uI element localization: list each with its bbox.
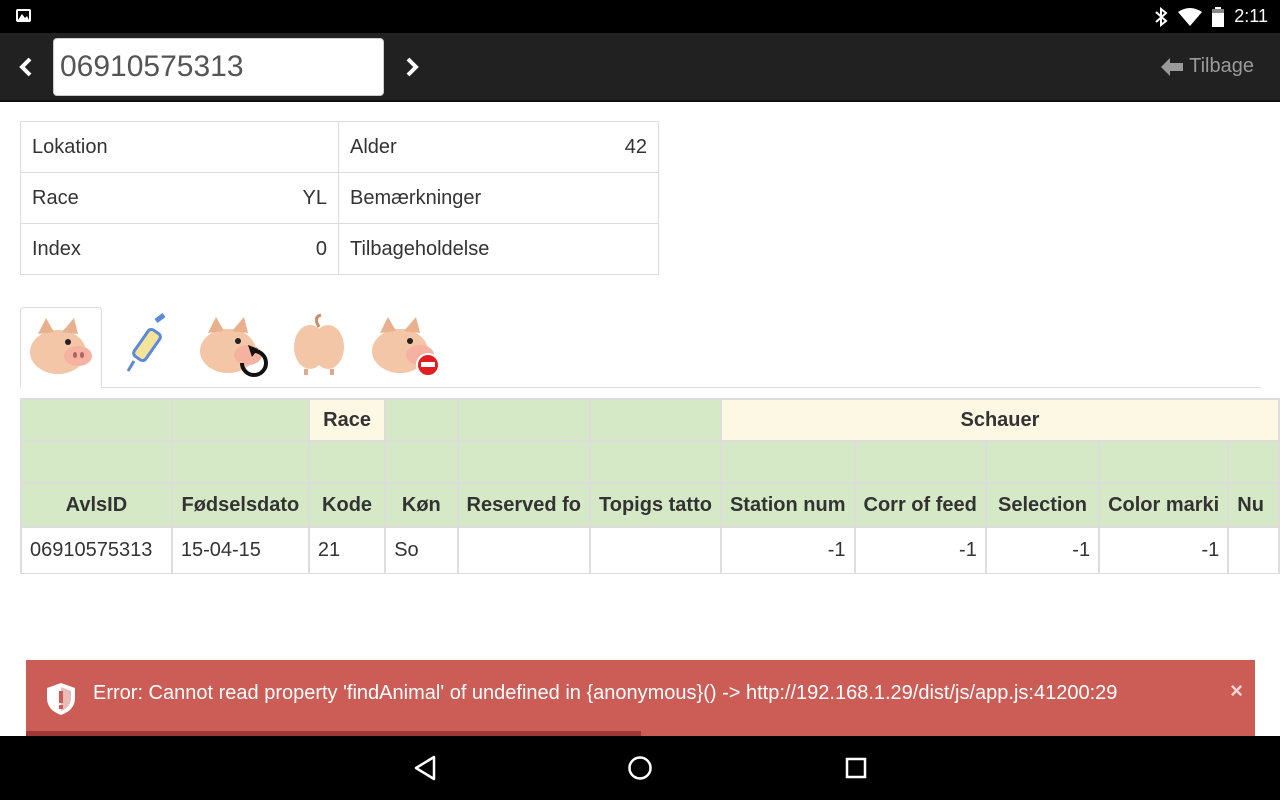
info-value: 42 [624, 135, 647, 158]
pig-icon [30, 318, 92, 374]
info-value: YL [302, 186, 327, 209]
back-nav-button[interactable] [395, 736, 455, 800]
animal-info-grid: Lokation Alder 42 Race YL Bemærkninger Ind… [20, 121, 659, 275]
wifi-icon [1178, 7, 1203, 26]
pig-rear-icon [294, 313, 344, 375]
column-header[interactable]: Fødselsdato [170, 482, 310, 528]
table-cell: -1 [719, 526, 856, 574]
column-header[interactable]: Color marki [1098, 482, 1230, 528]
circle-home-icon [628, 756, 652, 780]
table-cell [1227, 526, 1280, 574]
group-header-race: Race [307, 398, 387, 442]
column-header[interactable]: Reserved fo [456, 482, 591, 528]
action-tabs [20, 307, 1261, 388]
close-toast-button[interactable]: × [1230, 678, 1243, 704]
column-header[interactable]: Nu [1227, 482, 1280, 528]
tab-pig[interactable] [20, 307, 102, 388]
info-row: Lokation Alder 42 [20, 121, 659, 173]
top-bar: Tilbage [0, 33, 1280, 102]
group-header-schauer: Schauer [719, 398, 1280, 442]
next-animal-button[interactable] [392, 33, 432, 100]
column-header[interactable]: Selection [984, 482, 1101, 528]
table-cell: 15-04-15 [170, 526, 310, 574]
column-header[interactable]: Corr of feed [853, 482, 987, 528]
triangle-back-icon [414, 755, 436, 781]
column-header[interactable]: AvlsID [20, 482, 173, 528]
table-row[interactable]: 06910575313 15-04-15 21 So -1 -1 -1 -1 [20, 526, 1280, 574]
info-label: Index [32, 237, 81, 260]
column-header[interactable]: Køn [384, 482, 459, 528]
tab-pig-refresh[interactable] [192, 307, 274, 387]
info-label: Lokation [32, 135, 108, 158]
table-cell: 21 [307, 526, 387, 574]
chevron-right-icon [406, 57, 419, 76]
square-recents-icon [845, 757, 867, 779]
table-cell [589, 526, 722, 574]
info-label: Race [32, 186, 79, 209]
table-cell: -1 [853, 526, 987, 574]
pig-refresh-icon [200, 317, 268, 377]
shield-warning-icon [47, 683, 75, 715]
image-notification-icon [16, 9, 31, 22]
table-cell: -1 [1098, 526, 1230, 574]
info-label: Alder [350, 135, 397, 158]
table-cell [456, 526, 591, 574]
tab-pig-rear[interactable] [278, 307, 360, 387]
recents-nav-button[interactable] [826, 736, 886, 800]
column-header[interactable]: Kode [307, 482, 387, 528]
previous-animal-button[interactable] [6, 33, 46, 100]
table-cell: -1 [984, 526, 1101, 574]
back-button[interactable]: Tilbage [1161, 33, 1254, 100]
info-row: Race YL Bemærkninger [20, 172, 659, 224]
status-bar: 2:11 [0, 0, 1280, 33]
animal-data-table-container[interactable]: Race Schauer AvlsID Fødselsdato Kode Køn… [20, 398, 1280, 574]
info-label: Bemærkninger [350, 186, 482, 209]
info-row: Index 0 Tilbageholdelse [20, 223, 659, 275]
spacer-header-row [20, 440, 1280, 484]
tab-pig-remove[interactable] [364, 307, 446, 387]
group-header-row: Race Schauer [20, 398, 1280, 442]
back-label: Tilbage [1189, 55, 1254, 77]
error-toast: Error: Cannot read property 'findAnimal'… [26, 660, 1255, 736]
tab-insemination[interactable] [106, 307, 188, 387]
syringe-icon [126, 313, 166, 372]
bluetooth-icon [1155, 6, 1168, 27]
arrow-left-icon [1161, 57, 1184, 76]
pig-remove-icon [372, 317, 440, 377]
chevron-left-icon [19, 57, 32, 76]
info-label: Tilbageholdelse [350, 237, 490, 260]
column-header[interactable]: Station num [719, 482, 856, 528]
status-icons: 2:11 [1154, 0, 1268, 33]
battery-icon [1212, 6, 1225, 27]
animal-id-input[interactable] [53, 38, 384, 96]
system-nav-bar [0, 736, 1280, 800]
table-cell: So [384, 526, 459, 574]
clock: 2:11 [1234, 6, 1268, 26]
home-nav-button[interactable] [610, 736, 670, 800]
column-header-row: AvlsID Fødselsdato Kode Køn Reserved fo … [20, 482, 1280, 528]
column-header[interactable]: Topigs tatto [589, 482, 722, 528]
error-message: Error: Cannot read property 'findAnimal'… [93, 682, 1118, 704]
table-cell: 06910575313 [20, 526, 173, 574]
animal-data-table: Race Schauer AvlsID Fødselsdato Kode Køn… [20, 398, 1280, 574]
info-value: 0 [315, 237, 327, 260]
